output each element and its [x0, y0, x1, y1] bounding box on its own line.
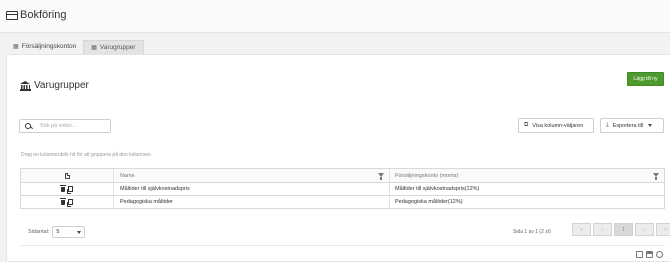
divider: [20, 245, 665, 246]
top-bar: Bokföring: [0, 0, 670, 33]
tab-label: Varugrupper: [99, 43, 136, 51]
pdf-icon[interactable]: [636, 251, 643, 258]
row-actions: [21, 183, 114, 195]
chevron-down-icon: [77, 230, 82, 234]
row-actions: [21, 196, 114, 208]
header-name-label: Name: [120, 172, 135, 179]
prev-page-button[interactable]: ‹: [593, 223, 612, 236]
grid-header-row: Name Försäljningskonto (moms): [21, 169, 664, 183]
pager-summary: Sida 1 av 1 (2 st): [513, 229, 551, 235]
data-grid: Name Försäljningskonto (moms) Måltider t…: [20, 168, 665, 209]
tab-label: Försäljningskonton: [21, 43, 77, 50]
category-icon: ▦: [91, 44, 97, 51]
page-size-label: Sidantal:: [28, 229, 50, 235]
download-icon: ⤓: [606, 122, 609, 128]
chevron-down-icon: [648, 124, 653, 127]
tab-bar: ▦ Försäljningskonton ▦ Varugrupper: [6, 40, 144, 54]
page-size-select[interactable]: 5: [52, 226, 86, 238]
search-box: [19, 119, 111, 133]
filter-icon[interactable]: [378, 173, 384, 180]
cell-account: Pedagogiska måltider(12%): [395, 199, 463, 205]
cell-account: Måltider till självkostnadspris(12%): [395, 186, 480, 192]
copy-icon[interactable]: [66, 186, 73, 194]
trash-icon[interactable]: [60, 185, 66, 192]
pager: « ‹ 1 › »: [570, 223, 670, 236]
footer-tools: [633, 251, 663, 258]
new-row-icon[interactable]: [64, 172, 70, 179]
table-row[interactable]: Måltider till självkostnadspris Måltider…: [21, 183, 664, 196]
tab-varugrupper[interactable]: ▦ Varugrupper: [83, 40, 144, 54]
print-icon[interactable]: [646, 251, 653, 258]
page-size-control: Sidantal: 5: [28, 226, 86, 238]
content-panel: Varugrupper Lägg till ny ⧉ Visa kolumn-v…: [6, 54, 670, 262]
next-page-button[interactable]: ›: [635, 223, 654, 236]
copy-icon[interactable]: [66, 199, 73, 207]
export-button[interactable]: ⤓ Exportera till: [600, 118, 664, 133]
header-account-label: Försäljningskonto (moms): [395, 172, 459, 179]
column-chooser-button[interactable]: ⧉ Visa kolumn-väljaren: [518, 118, 594, 133]
page-1-button[interactable]: 1: [614, 223, 633, 236]
header-account[interactable]: Försäljningskonto (moms): [390, 169, 664, 182]
tab-forsaljningskonton[interactable]: ▦ Försäljningskonton: [6, 40, 83, 54]
app-title-text: Bokföring: [20, 9, 67, 21]
cell-name: Pedagogiska måltider: [114, 196, 390, 208]
add-new-button[interactable]: Lägg till ny: [627, 72, 664, 86]
header-actions: [21, 169, 114, 182]
cell-name: Måltider till självkostnadspris: [114, 183, 390, 195]
app-title: Bokföring: [6, 9, 66, 21]
header-name[interactable]: Name: [114, 169, 390, 182]
group-panel-hint: Drag en kolumnrubrik hit för att grupper…: [21, 152, 151, 158]
category-icon: ▦: [13, 44, 19, 50]
export-label: Exportera till: [612, 122, 644, 129]
column-chooser-icon: ⧉: [524, 122, 529, 128]
page-title: Varugrupper: [20, 80, 89, 91]
search-input[interactable]: [40, 123, 110, 129]
table-row[interactable]: Pedagogiska måltider Pedagogiska måltide…: [21, 196, 664, 209]
gear-icon[interactable]: [656, 251, 663, 258]
last-page-button[interactable]: »: [656, 223, 670, 236]
page-size-value: 5: [56, 229, 60, 235]
column-chooser-label: Visa kolumn-väljaren: [532, 122, 584, 129]
bank-icon: [20, 80, 31, 91]
first-page-button[interactable]: «: [572, 223, 591, 236]
page-title-text: Varugrupper: [34, 80, 89, 91]
filter-icon[interactable]: [653, 173, 659, 180]
credit-card-icon: [6, 10, 18, 20]
trash-icon[interactable]: [60, 198, 66, 205]
search-icon: [25, 122, 32, 130]
